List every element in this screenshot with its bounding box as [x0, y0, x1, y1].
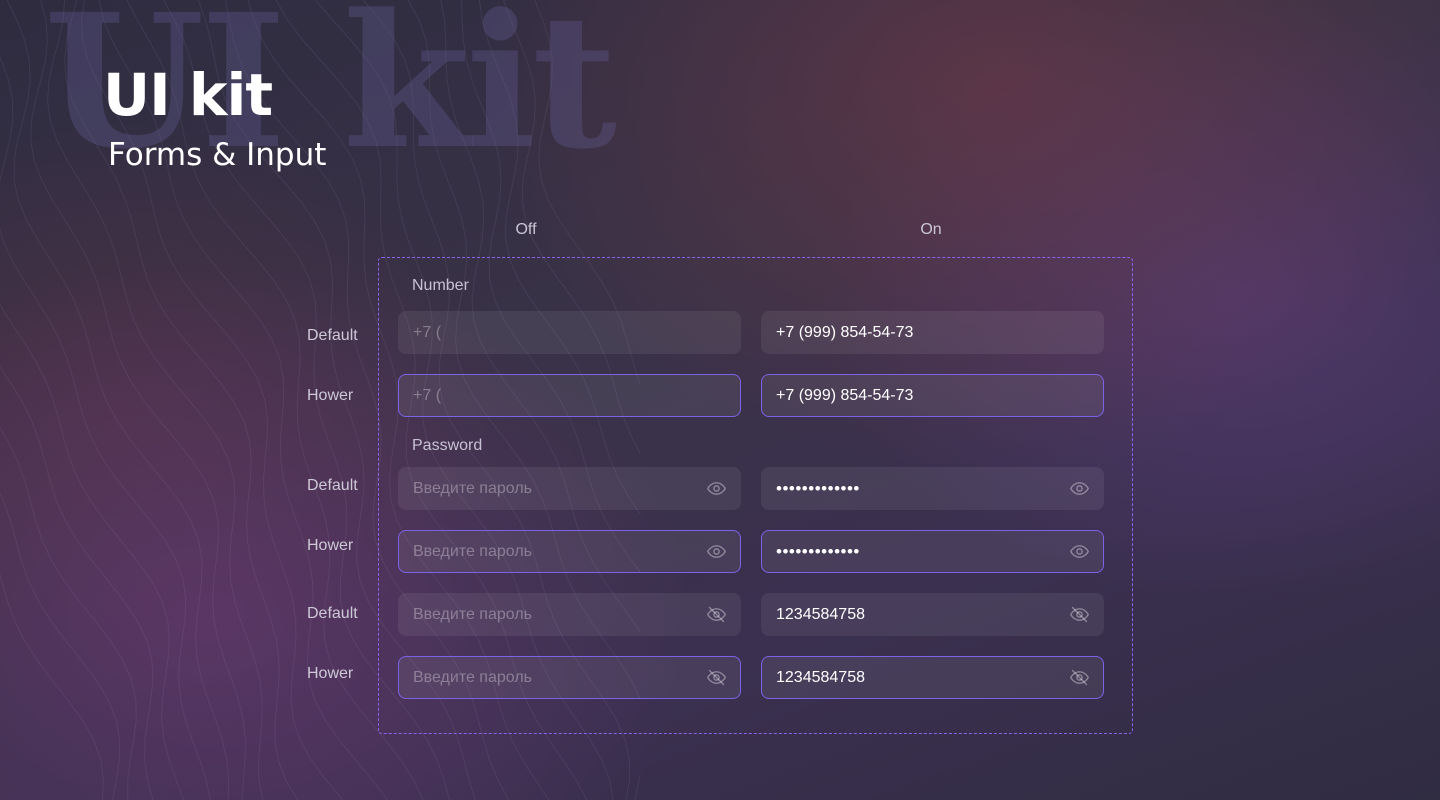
number-field-hover-off[interactable] — [398, 374, 741, 417]
eye-off-icon[interactable] — [704, 603, 728, 627]
number-input[interactable] — [413, 386, 728, 405]
number-field-hover-on[interactable] — [761, 374, 1104, 417]
password-input[interactable] — [776, 478, 1059, 499]
password-input[interactable] — [413, 542, 696, 561]
row-label-hover: Hower — [307, 537, 354, 554]
column-header-off: Off — [515, 221, 537, 238]
page-title: UI kit — [103, 61, 273, 129]
password-input[interactable] — [776, 668, 1059, 687]
row-label-default: Default — [307, 605, 358, 622]
eye-icon[interactable] — [1067, 477, 1091, 501]
password-input[interactable] — [413, 668, 696, 687]
eye-off-icon[interactable] — [704, 666, 728, 690]
password-visible-field-hover-off[interactable] — [398, 656, 741, 699]
password-visible-field-default-on[interactable] — [761, 593, 1104, 636]
number-field-default-off[interactable] — [398, 311, 741, 354]
eye-off-icon[interactable] — [1067, 666, 1091, 690]
password-field-hover-on[interactable] — [761, 530, 1104, 573]
password-field-default-on[interactable] — [761, 467, 1104, 510]
number-input[interactable] — [776, 386, 1091, 405]
password-input[interactable] — [776, 541, 1059, 562]
row-label-hover: Hower — [307, 387, 354, 404]
password-field-default-off[interactable] — [398, 467, 741, 510]
eye-off-icon[interactable] — [1067, 603, 1091, 627]
row-label-default: Default — [307, 327, 358, 344]
section-label-password: Password — [412, 437, 483, 454]
page-subtitle: Forms & Input — [108, 137, 327, 173]
number-field-default-on[interactable] — [761, 311, 1104, 354]
password-input[interactable] — [776, 605, 1059, 624]
eye-icon[interactable] — [704, 540, 728, 564]
eye-icon[interactable] — [1067, 540, 1091, 564]
password-input[interactable] — [413, 479, 696, 498]
password-visible-field-hover-on[interactable] — [761, 656, 1104, 699]
eye-icon[interactable] — [704, 477, 728, 501]
password-input[interactable] — [413, 605, 696, 624]
number-input[interactable] — [413, 323, 728, 342]
row-label-hover: Hower — [307, 665, 354, 682]
row-label-default: Default — [307, 477, 358, 494]
column-header-on: On — [920, 221, 942, 238]
section-label-number: Number — [412, 277, 469, 294]
password-field-hover-off[interactable] — [398, 530, 741, 573]
password-visible-field-default-off[interactable] — [398, 593, 741, 636]
number-input[interactable] — [776, 323, 1091, 342]
